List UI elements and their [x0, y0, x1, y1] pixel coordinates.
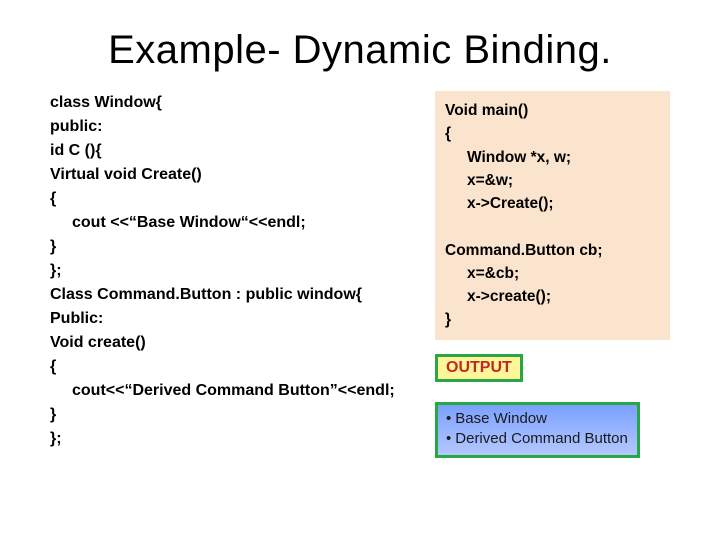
code-line: x=&w;: [445, 169, 660, 192]
code-line: x->Create();: [445, 192, 660, 215]
bullet-icon: •: [446, 409, 451, 429]
code-line: cout<<“Derived Command Button”<<endl;: [50, 379, 425, 403]
code-line: Public:: [50, 307, 425, 331]
code-line: x=&cb;: [445, 262, 660, 285]
code-line: {: [50, 187, 425, 211]
code-line: };: [50, 427, 425, 451]
code-line: id C (){: [50, 139, 425, 163]
code-line: Command.Button cb;: [445, 239, 660, 262]
code-line: x->create();: [445, 285, 660, 308]
left-code-block: class Window{ public: id C (){ Virtual v…: [50, 91, 425, 458]
code-line: Class Command.Button : public window{: [50, 283, 425, 307]
code-line: Virtual void Create(): [50, 163, 425, 187]
code-line: }: [50, 403, 425, 427]
output-text: Derived Command Button: [455, 430, 628, 447]
code-line: public:: [50, 115, 425, 139]
output-line: •Base Window: [446, 409, 629, 429]
main-code-box: Void main() { Window *x, w; x=&w; x->Cre…: [435, 91, 670, 340]
output-line: •Derived Command Button: [446, 429, 629, 449]
code-line: {: [445, 122, 660, 145]
output-box: •Base Window •Derived Command Button: [435, 402, 640, 459]
code-line: {: [50, 355, 425, 379]
code-line: [445, 215, 660, 238]
content-area: class Window{ public: id C (){ Virtual v…: [0, 91, 720, 458]
code-line: cout <<“Base Window“<<endl;: [50, 211, 425, 235]
slide-title: Example- Dynamic Binding.: [0, 0, 720, 91]
code-line: }: [445, 308, 660, 331]
code-line: Void create(): [50, 331, 425, 355]
code-line: Window *x, w;: [445, 146, 660, 169]
code-line: };: [50, 259, 425, 283]
output-text: Base Window: [455, 410, 547, 427]
code-line: }: [50, 235, 425, 259]
bullet-icon: •: [446, 429, 451, 449]
output-label: OUTPUT: [435, 354, 523, 382]
right-column: Void main() { Window *x, w; x=&w; x->Cre…: [435, 91, 670, 458]
code-line: class Window{: [50, 91, 425, 115]
code-line: Void main(): [445, 99, 660, 122]
